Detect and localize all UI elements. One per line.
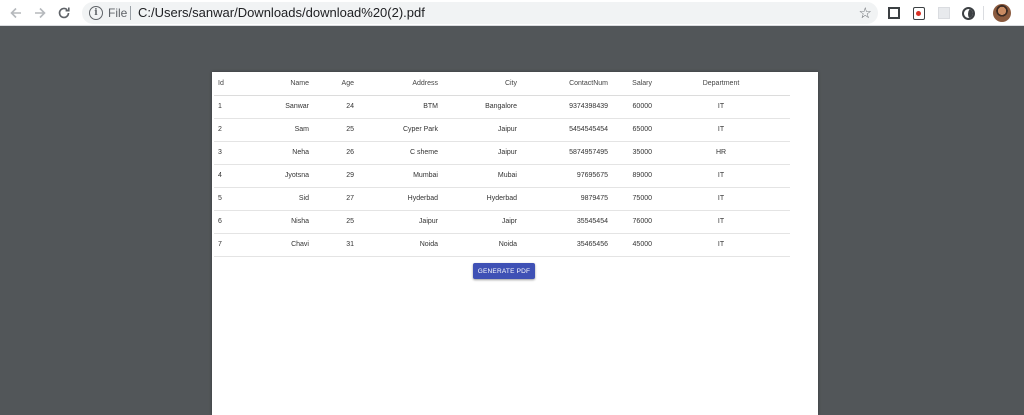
cell-age: 25 xyxy=(309,118,354,142)
table-row: 5 Sid 27 Hyderbad Hyderbad 9879475 75000… xyxy=(214,187,790,211)
cell-department: IT xyxy=(652,95,790,119)
cell-department: IT xyxy=(652,187,790,211)
cell-id: 4 xyxy=(214,164,259,188)
screenshot-extension-icon[interactable] xyxy=(886,5,902,21)
cell-age: 31 xyxy=(309,233,354,257)
cell-contact: 5874957495 xyxy=(517,141,608,165)
cell-age: 26 xyxy=(309,141,354,165)
employee-table: Id Name Age Address City ContactNum Sala… xyxy=(214,72,790,257)
cell-id: 6 xyxy=(214,210,259,234)
cell-address: Cyper Park xyxy=(354,118,438,142)
cell-name: Sam xyxy=(259,118,309,142)
dark-mode-extension-icon[interactable] xyxy=(960,5,976,21)
cell-salary: 35000 xyxy=(608,141,652,165)
cell-address: Hyderbad xyxy=(354,187,438,211)
blank-extension-icon[interactable] xyxy=(936,5,952,21)
cell-department: HR xyxy=(652,141,790,165)
generate-pdf-button[interactable]: GENERATE PDF xyxy=(473,263,535,279)
header-id: Id xyxy=(214,72,259,96)
cell-age: 29 xyxy=(309,164,354,188)
cell-name: Sid xyxy=(259,187,309,211)
cell-contact: 5454545454 xyxy=(517,118,608,142)
cell-name: Nisha xyxy=(259,210,309,234)
table-row: 4 Jyotsna 29 Mumbai Mubai 97695675 89000… xyxy=(214,164,790,188)
cell-department: IT xyxy=(652,164,790,188)
pocket-extension-icon[interactable] xyxy=(911,5,927,21)
cell-id: 3 xyxy=(214,141,259,165)
cell-contact: 9879475 xyxy=(517,187,608,211)
cell-address: Mumbai xyxy=(354,164,438,188)
cell-salary: 89000 xyxy=(608,164,652,188)
cell-contact: 97695675 xyxy=(517,164,608,188)
cell-address: Jaipur xyxy=(354,210,438,234)
cell-address: C sheme xyxy=(354,141,438,165)
cell-name: Neha xyxy=(259,141,309,165)
bookmark-star-icon[interactable]: ☆ xyxy=(859,4,872,22)
table-row: 2 Sam 25 Cyper Park Jaipur 5454545454 65… xyxy=(214,118,790,142)
cell-department: IT xyxy=(652,118,790,142)
cell-address: Noida xyxy=(354,233,438,257)
cell-age: 24 xyxy=(309,95,354,119)
table-row: 6 Nisha 25 Jaipur Jaipr 35545454 76000 I… xyxy=(214,210,790,234)
header-city: City xyxy=(438,72,517,96)
cell-contact: 35465456 xyxy=(517,233,608,257)
cell-id: 5 xyxy=(214,187,259,211)
cell-department: IT xyxy=(652,233,790,257)
cell-salary: 65000 xyxy=(608,118,652,142)
table-body: 1 Sanwar 24 BTM Bangalore 9374398439 600… xyxy=(214,95,790,257)
header-department: Department xyxy=(652,72,790,96)
cell-salary: 60000 xyxy=(608,95,652,119)
table-header-row: Id Name Age Address City ContactNum Sala… xyxy=(214,72,790,96)
cell-city: Jaipr xyxy=(438,210,517,234)
cell-city: Hyderbad xyxy=(438,187,517,211)
cell-id: 1 xyxy=(214,95,259,119)
header-age: Age xyxy=(309,72,354,96)
cell-salary: 45000 xyxy=(608,233,652,257)
cell-contact: 9374398439 xyxy=(517,95,608,119)
browser-toolbar: i File C:/Users/sanwar/Downloads/downloa… xyxy=(0,0,1024,26)
cell-salary: 76000 xyxy=(608,210,652,234)
cell-city: Bangalore xyxy=(438,95,517,119)
table-row: 3 Neha 26 C sheme Jaipur 5874957495 3500… xyxy=(214,141,790,165)
cell-age: 25 xyxy=(309,210,354,234)
table-row: 1 Sanwar 24 BTM Bangalore 9374398439 600… xyxy=(214,95,790,119)
reload-icon[interactable] xyxy=(54,3,74,23)
cell-id: 7 xyxy=(214,233,259,257)
info-icon[interactable]: i xyxy=(89,6,103,20)
cell-name: Sanwar xyxy=(259,95,309,119)
table-row: 7 Chavi 31 Noida Noida 35465456 45000 IT xyxy=(214,233,790,257)
cell-department: IT xyxy=(652,210,790,234)
url-text[interactable]: C:/Users/sanwar/Downloads/download%20(2)… xyxy=(138,5,425,20)
address-separator xyxy=(130,6,131,20)
cell-name: Chavi xyxy=(259,233,309,257)
cell-city: Jaipur xyxy=(438,141,517,165)
cell-name: Jyotsna xyxy=(259,164,309,188)
header-address: Address xyxy=(354,72,438,96)
header-salary: Salary xyxy=(608,72,652,96)
header-name: Name xyxy=(259,72,309,96)
cell-address: BTM xyxy=(354,95,438,119)
toolbar-separator xyxy=(983,6,984,20)
cell-city: Mubai xyxy=(438,164,517,188)
cell-salary: 75000 xyxy=(608,187,652,211)
back-arrow-icon[interactable] xyxy=(6,3,26,23)
header-contact: ContactNum xyxy=(517,72,608,96)
cell-contact: 35545454 xyxy=(517,210,608,234)
cell-city: Noida xyxy=(438,233,517,257)
scheme-label: File xyxy=(108,6,128,20)
cell-age: 27 xyxy=(309,187,354,211)
cell-id: 2 xyxy=(214,118,259,142)
cell-city: Jaipur xyxy=(438,118,517,142)
forward-arrow-icon[interactable] xyxy=(30,3,50,23)
profile-avatar[interactable] xyxy=(993,4,1011,22)
pdf-page: Id Name Age Address City ContactNum Sala… xyxy=(212,72,818,415)
address-bar[interactable]: i File C:/Users/sanwar/Downloads/downloa… xyxy=(82,2,878,24)
